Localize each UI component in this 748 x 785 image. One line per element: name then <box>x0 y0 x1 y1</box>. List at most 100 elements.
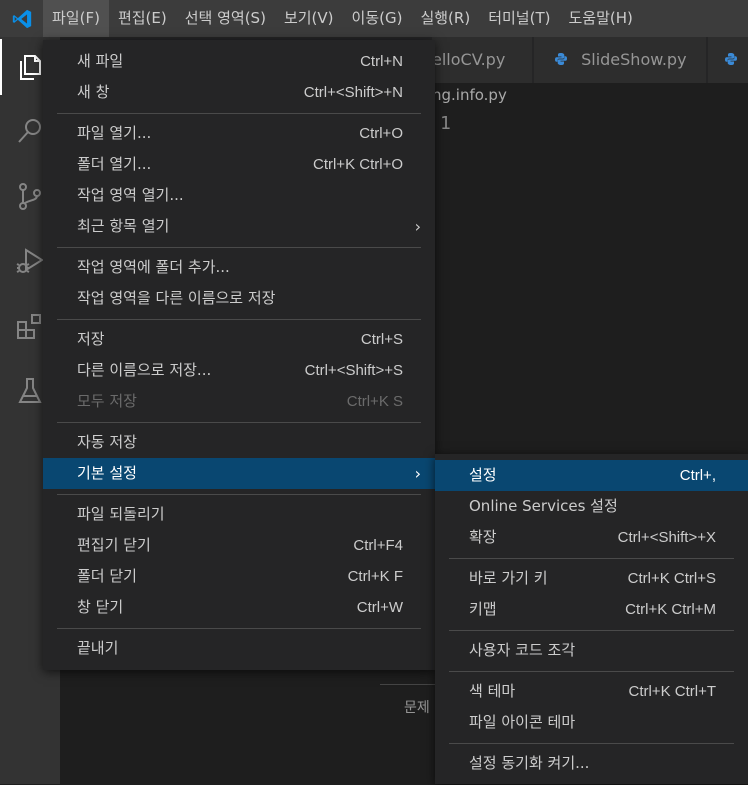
menu-item-shortcut: Ctrl+W <box>356 599 403 616</box>
menu-item-label: 파일 열기... <box>77 124 152 142</box>
menu-separator <box>449 743 734 744</box>
menu-file[interactable]: 파일(F) <box>43 0 109 37</box>
menu-item-save-workspace-as[interactable]: 작업 영역을 다른 이름으로 저장 <box>43 283 435 314</box>
menu-item-label: 색 테마 <box>469 682 516 700</box>
menu-item-label: 편집기 닫기 <box>77 536 151 554</box>
menu-item-shortcut: Ctrl+K Ctrl+O <box>312 156 403 173</box>
menu-separator <box>57 319 421 320</box>
line-number: 1 <box>440 113 451 134</box>
active-indicator <box>0 39 2 95</box>
menu-terminal[interactable]: 터미널(T) <box>479 0 559 37</box>
menu-item-shortcut: Ctrl+O <box>359 125 403 142</box>
menu-item-new-file[interactable]: 새 파일 Ctrl+N <box>43 46 435 77</box>
menu-separator <box>57 422 421 423</box>
menu-item-label: 사용자 코드 조각 <box>469 641 576 659</box>
menu-item-shortcut: Ctrl+K Ctrl+T <box>628 683 716 700</box>
menu-item-close-editor[interactable]: 편집기 닫기 Ctrl+F4 <box>43 530 435 561</box>
menu-item-close-folder[interactable]: 폴더 닫기 Ctrl+K F <box>43 561 435 592</box>
menu-item-auto-save[interactable]: 자동 저장 <box>43 427 435 458</box>
menu-item-revert-file[interactable]: 파일 되돌리기 <box>43 499 435 530</box>
menu-item-shortcut: Ctrl+K Ctrl+M <box>625 601 716 618</box>
menu-item-label: 작업 영역을 다른 이름으로 저장 <box>77 289 276 307</box>
menu-item-open-file[interactable]: 파일 열기... Ctrl+O <box>43 118 435 149</box>
menu-item-label: 다른 이름으로 저장... <box>77 361 212 379</box>
chevron-right-icon: › <box>414 464 421 483</box>
file-menu: 새 파일 Ctrl+N 새 창 Ctrl+<Shift>+N 파일 열기... Ctr… <box>43 40 435 670</box>
menu-item-label: 폴더 열기... <box>77 155 152 173</box>
menu-item-keyboard-shortcuts[interactable]: 바로 가기 키 Ctrl+K Ctrl+S <box>435 563 748 594</box>
menu-item-shortcut: Ctrl+<Shift>+X <box>617 529 716 546</box>
menu-item-label: 작업 영역 열기... <box>77 186 184 204</box>
menu-help[interactable]: 도움말(H) <box>559 0 641 37</box>
menu-item-shortcut: Ctrl+F4 <box>353 537 403 554</box>
menu-item-label: 창 닫기 <box>77 598 124 616</box>
menu-item-shortcut: Ctrl+S <box>360 331 403 348</box>
menu-item-label: 자동 저장 <box>77 433 137 451</box>
menu-item-shortcut: Ctrl+<Shift>+S <box>304 362 403 379</box>
menu-item-exit[interactable]: 끝내기 <box>43 633 435 664</box>
tab-label: elloCV.py <box>432 50 506 69</box>
menu-item-preferences[interactable]: 기본 설정 › <box>43 458 435 489</box>
menu-item-label: 키맵 <box>469 600 497 618</box>
menu-separator <box>57 494 421 495</box>
menu-item-user-snippets[interactable]: 사용자 코드 조각 <box>435 635 748 666</box>
menu-item-label: 작업 영역에 폴더 추가... <box>77 258 230 276</box>
chevron-right-icon: › <box>414 217 421 236</box>
extensions-icon <box>17 314 41 339</box>
menu-item-label: 모두 저장 <box>77 392 137 410</box>
menu-separator <box>57 113 421 114</box>
menu-item-new-window[interactable]: 새 창 Ctrl+<Shift>+N <box>43 77 435 108</box>
testing-icon <box>18 378 42 403</box>
menu-edit[interactable]: 편집(E) <box>109 0 176 37</box>
menu-item-label: Online Services 설정 <box>469 497 618 515</box>
tab-problems[interactable]: 문제 <box>404 697 430 717</box>
menu-item-label: 기본 설정 <box>77 464 137 482</box>
menu-item-online-services-settings[interactable]: Online Services 설정 <box>435 491 748 522</box>
menu-item-open-folder[interactable]: 폴더 열기... Ctrl+K Ctrl+O <box>43 149 435 180</box>
menu-go[interactable]: 이동(G) <box>343 0 412 37</box>
menu-separator <box>449 558 734 559</box>
menu-bar: 파일(F) 편집(E) 선택 영역(S) 보기(V) 이동(G) 실행(R) 터… <box>0 0 748 37</box>
menu-item-save[interactable]: 저장 Ctrl+S <box>43 324 435 355</box>
menu-item-label: 저장 <box>77 330 105 348</box>
tab-hellocv[interactable]: elloCV.py <box>432 37 532 83</box>
preferences-submenu: 설정 Ctrl+, Online Services 설정 확장 Ctrl+<Shif… <box>435 454 748 784</box>
menu-item-label: 설정 동기화 켜기... <box>469 754 590 772</box>
menu-item-label: 새 파일 <box>77 52 124 70</box>
search-icon <box>18 119 41 143</box>
tab-label: SlideShow.py <box>581 50 687 69</box>
menu-item-add-folder-to-workspace[interactable]: 작업 영역에 폴더 추가... <box>43 252 435 283</box>
menu-item-turn-on-settings-sync[interactable]: 설정 동기화 켜기... <box>435 748 748 779</box>
menu-item-label: 폴더 닫기 <box>77 567 137 585</box>
menu-item-label: 설정 <box>469 466 497 484</box>
source-control-icon <box>19 183 41 210</box>
menu-item-open-workspace[interactable]: 작업 영역 열기... <box>43 180 435 211</box>
tab-info[interactable]: i <box>708 37 748 83</box>
menu-item-label: 확장 <box>469 528 497 546</box>
menu-item-label: 끝내기 <box>77 639 119 657</box>
menu-separator <box>57 628 421 629</box>
breadcrumb[interactable]: ng.info.py <box>432 84 507 106</box>
menu-separator <box>449 671 734 672</box>
menu-item-extensions[interactable]: 확장 Ctrl+<Shift>+X <box>435 522 748 553</box>
menu-item-color-theme[interactable]: 색 테마 Ctrl+K Ctrl+T <box>435 676 748 707</box>
menu-item-label: 파일 되돌리기 <box>77 505 165 523</box>
menu-view[interactable]: 보기(V) <box>275 0 343 37</box>
menu-item-close-window[interactable]: 창 닫기 Ctrl+W <box>43 592 435 623</box>
menu-item-settings[interactable]: 설정 Ctrl+, <box>435 460 748 491</box>
menu-separator <box>57 247 421 248</box>
tab-slideshow[interactable]: SlideShow.py <box>534 37 706 83</box>
menu-item-file-icon-theme[interactable]: 파일 아이콘 테마 <box>435 707 748 738</box>
menu-item-shortcut: Ctrl+K Ctrl+S <box>627 570 716 587</box>
menu-item-shortcut: Ctrl+K F <box>347 568 403 585</box>
python-file-icon <box>724 38 738 84</box>
menu-item-shortcut: Ctrl+, <box>679 467 716 484</box>
menu-separator <box>449 630 734 631</box>
menu-item-keymaps[interactable]: 키맵 Ctrl+K Ctrl+M <box>435 594 748 625</box>
menu-run[interactable]: 실행(R) <box>411 0 479 37</box>
menu-item-save-as[interactable]: 다른 이름으로 저장... Ctrl+<Shift>+S <box>43 355 435 386</box>
menu-item-label: 파일 아이콘 테마 <box>469 713 576 731</box>
menu-selection[interactable]: 선택 영역(S) <box>176 0 275 37</box>
files-icon <box>20 55 41 80</box>
menu-item-open-recent[interactable]: 최근 항목 열기 › <box>43 211 435 242</box>
